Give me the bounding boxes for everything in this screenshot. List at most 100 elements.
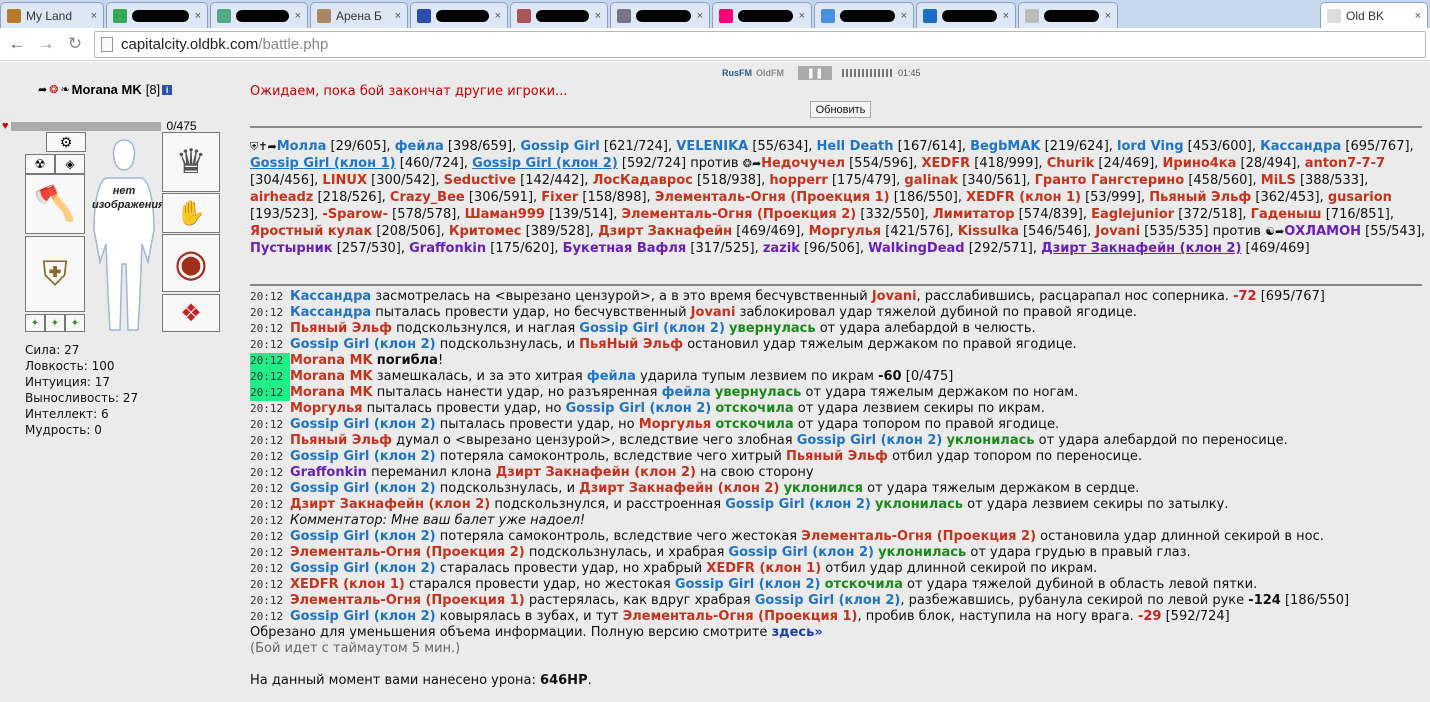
info-icon[interactable]: i — [162, 84, 173, 95]
boots-icon[interactable]: ❖ — [162, 294, 220, 332]
player-name[interactable]: XEDFR (клон 1) — [966, 190, 1081, 205]
player-name[interactable]: Шаман999 — [465, 207, 545, 222]
refresh-button[interactable]: Обновить — [810, 101, 871, 118]
player-name[interactable]: hopperr — [769, 173, 827, 188]
player-name[interactable]: VELENIKA — [676, 139, 748, 154]
player-name[interactable]: Hell Death — [817, 139, 894, 154]
player-name[interactable]: Дзирт Закнафейн (клон 2) — [579, 481, 779, 496]
player-name[interactable]: Молла — [277, 139, 327, 154]
ring-slot-icon[interactable]: ⚙ — [46, 132, 86, 152]
player-name[interactable]: Gossip Girl (клон 2) — [290, 481, 436, 496]
player-name[interactable]: Gossip Girl (клон 2) — [290, 609, 436, 624]
player-name[interactable]: Jovani — [872, 289, 917, 304]
player-name[interactable]: Элементаль-Огня (Проекция 2) — [801, 529, 1036, 544]
player-name[interactable]: фейла — [662, 385, 711, 400]
browser-tab[interactable]: × — [210, 2, 308, 28]
player-name[interactable]: LINUX — [322, 173, 367, 188]
player-name[interactable]: Jovani — [1095, 224, 1140, 239]
gloves-icon[interactable]: ✋ — [162, 193, 220, 233]
browser-tab[interactable]: × — [814, 2, 914, 28]
player-name[interactable]: Ирино4ка — [1163, 156, 1237, 171]
player-name[interactable]: Дзирт Закнафейн (клон 2) — [1041, 241, 1241, 256]
player-name[interactable]: Недочучел — [761, 156, 845, 171]
forward-arrow-icon[interactable]: → — [34, 32, 58, 56]
player-name[interactable]: Morana MK — [290, 385, 373, 400]
player-name[interactable]: Jovani — [691, 305, 736, 320]
close-icon[interactable]: × — [799, 10, 805, 22]
player-name[interactable]: Дзирт Закнафейн (клон 2) — [496, 465, 696, 480]
close-icon[interactable]: × — [901, 10, 907, 22]
reload-icon[interactable]: ↻ — [63, 32, 87, 56]
oldfm-label[interactable]: OldFM — [756, 68, 784, 78]
player-name[interactable]: Элементаль-Огня (Проекция 1) — [655, 190, 890, 205]
close-icon[interactable]: × — [495, 10, 501, 22]
player-name[interactable]: Критомес — [449, 224, 522, 239]
player-name[interactable]: BegbMAK — [970, 139, 1040, 154]
close-icon[interactable]: × — [395, 10, 401, 22]
rusfm-label[interactable]: RusFM — [722, 68, 752, 78]
player-name[interactable]: gusarion — [1328, 190, 1392, 205]
rune-slot-3-icon[interactable]: ✦ — [65, 314, 85, 332]
player-name[interactable]: Моргулья — [639, 417, 712, 432]
player-name[interactable]: lord Ving — [1117, 139, 1183, 154]
rune-slot-1-icon[interactable]: ✦ — [25, 314, 45, 332]
browser-tab[interactable]: × — [1018, 2, 1118, 28]
player-name[interactable]: XEDFR (клон 1) — [706, 561, 821, 576]
browser-tab[interactable]: × — [510, 2, 608, 28]
amulet-slot-icon[interactable]: ☢ — [25, 154, 55, 174]
player-name[interactable]: ПьяНый Эльф — [579, 337, 683, 352]
player-name[interactable]: Элементаль-Огня (Проекция 2) — [290, 545, 525, 560]
player-name[interactable]: Gossip Girl (клон 2) — [290, 561, 436, 576]
player-name[interactable]: Morana MK — [290, 369, 373, 384]
browser-tab[interactable]: My Land × — [0, 2, 104, 28]
player-name[interactable]: XEDFR (клон 1) — [290, 577, 405, 592]
player-name[interactable]: Моргулья — [809, 224, 882, 239]
browser-tab[interactable]: × — [610, 2, 710, 28]
player-name[interactable]: Лимитатор — [933, 207, 1015, 222]
player-name[interactable]: Gossip Girl (клон 2) — [797, 433, 943, 448]
browser-tab[interactable]: Арена Б × — [310, 2, 408, 28]
player-name[interactable]: Gossip Girl (клон 2) — [290, 529, 436, 544]
player-name[interactable]: Seductive — [444, 173, 516, 188]
armor-icon[interactable]: ⛨ — [25, 236, 85, 312]
player-name[interactable]: Graffonkin — [409, 241, 486, 256]
player-name[interactable]: Моргулья — [290, 401, 363, 416]
earring-slot-icon[interactable]: ◈ — [55, 154, 85, 174]
axe-weapon-icon[interactable]: 🪓 — [25, 174, 85, 234]
player-name[interactable]: Gossip Girl (клон 2) — [290, 337, 436, 352]
player-name[interactable]: zazik — [763, 241, 800, 256]
player-name[interactable]: MiLS — [1261, 173, 1296, 188]
player-name[interactable]: фейла — [587, 369, 636, 384]
player-name[interactable]: Churik — [1047, 156, 1095, 171]
player-name[interactable]: Fixer — [541, 190, 578, 205]
player-name[interactable]: Букетная Вафля — [563, 241, 687, 256]
shield-icon[interactable]: ◉ — [162, 234, 220, 292]
player-name[interactable]: Gossip Girl (клон 2) — [725, 497, 871, 512]
player-name[interactable]: -Sparow- — [322, 207, 388, 222]
player-name[interactable]: Кассандра — [290, 289, 371, 304]
player-name[interactable]: Дзирт Закнафейн — [598, 224, 732, 239]
player-name[interactable]: Элементаль-Огня (Проекция 2) — [622, 207, 857, 222]
player-name[interactable]: Gossip Girl (клон 2) — [566, 401, 712, 416]
close-icon[interactable]: × — [1105, 10, 1111, 22]
player-name[interactable]: Gossip Girl (клон 2) — [755, 593, 901, 608]
player-name[interactable]: Дзирт Закнафейн (клон 2) — [290, 497, 490, 512]
player-name[interactable]: Kissulka — [958, 224, 1019, 239]
player-name[interactable]: Morana MK — [290, 353, 373, 368]
browser-tab[interactable]: × — [106, 2, 208, 28]
character-name[interactable]: Morana MK — [72, 82, 142, 97]
player-name[interactable]: Crazy_Bee — [390, 190, 465, 205]
close-icon[interactable]: × — [697, 10, 703, 22]
back-arrow-icon[interactable]: ← — [5, 32, 29, 56]
volume-slider[interactable] — [842, 69, 894, 77]
full-log-link[interactable]: здесь» — [772, 625, 823, 640]
player-name[interactable]: Gossip Girl (клон 2) — [675, 577, 821, 592]
player-name[interactable]: galinak — [904, 173, 958, 188]
close-icon[interactable]: × — [91, 10, 97, 22]
player-name[interactable]: XEDFR — [922, 156, 971, 171]
player-name[interactable]: Яростный кулак — [250, 224, 372, 239]
player-name[interactable]: Gossip Girl (клон 2) — [290, 449, 436, 464]
address-bar[interactable]: capitalcity.oldbk.com/battle.php — [94, 31, 1426, 58]
pause-button[interactable]: ❚❚ — [798, 66, 832, 80]
browser-tab[interactable]: × — [916, 2, 1016, 28]
